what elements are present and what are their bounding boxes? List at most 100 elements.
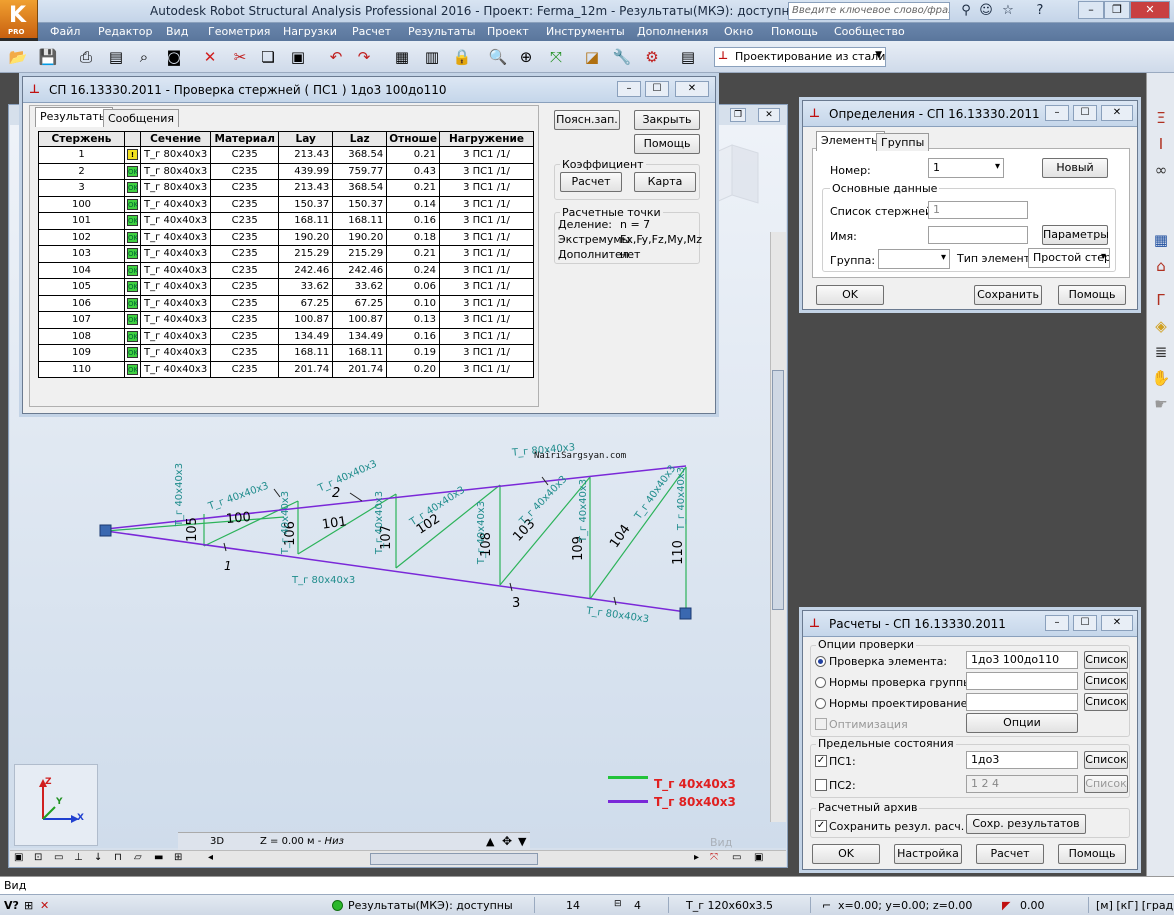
panels-icon[interactable]: ▬ — [154, 852, 163, 863]
definitions-close-button[interactable]: ✕ — [1101, 105, 1133, 121]
zoom-icon[interactable]: 🔍 — [488, 47, 508, 67]
definitions-ok-button[interactable]: OK — [816, 285, 884, 305]
col-header-laz[interactable]: Laz — [332, 131, 388, 147]
table-row[interactable]: 101 OK T_г 40x40x3 C235 168.11 168.11 0.16 3 ПС… — [38, 212, 534, 230]
calculations-titlebar[interactable]: ⊥ Расчеты - СП 16.13330.2011 – ☐ ✕ — [803, 611, 1137, 637]
menu-results[interactable]: Результаты — [408, 25, 476, 38]
section-icon[interactable]: ◪ — [582, 47, 602, 67]
menu-tools[interactable]: Инструменты — [546, 25, 625, 38]
group-check-radio[interactable] — [815, 677, 826, 688]
optimization-checkbox[interactable] — [815, 718, 827, 730]
structure-icon[interactable]: ⤧ — [546, 47, 566, 67]
map-button[interactable]: Карта — [634, 172, 696, 192]
menu-loads[interactable]: Нагрузки — [283, 25, 337, 38]
screenshot-icon[interactable]: ◙ — [164, 47, 184, 67]
settings-icon[interactable]: ⚙ — [642, 47, 662, 67]
close-button[interactable]: ✕ — [1130, 1, 1170, 19]
table-row[interactable]: 108 OK T_г 40x40x3 C235 134.49 134.49 0.16 3 ПС… — [38, 327, 534, 345]
calculator-icon[interactable]: ▦ — [392, 47, 412, 67]
snap-icon[interactable]: ✕ — [40, 899, 49, 912]
minimize-button[interactable]: – — [1078, 1, 1104, 19]
calculations-minimize-button[interactable]: – — [1045, 615, 1069, 631]
screen-icon[interactable]: ▣ — [754, 852, 763, 863]
glasses-icon[interactable]: ∞ — [1150, 159, 1172, 181]
profile-icon[interactable]: Г — [1150, 289, 1172, 311]
cut-icon[interactable]: ✂ — [230, 47, 250, 67]
menu-help[interactable]: Помощь — [771, 25, 818, 38]
scroll-right-icon[interactable]: ▸ — [694, 852, 699, 863]
save-icon[interactable]: 💾 — [38, 47, 58, 67]
menu-file[interactable]: Файл — [50, 25, 80, 38]
menu-geometry[interactable]: Геометрия — [208, 25, 270, 38]
horizontal-scroll-thumb[interactable] — [370, 853, 538, 865]
table-row[interactable]: 103 OK T_г 40x40x3 C235 215.29 215.29 0.21 3 ПС… — [38, 245, 534, 263]
col-header-ratio[interactable]: Отноше — [386, 131, 440, 147]
open-icon[interactable]: 📂 — [8, 47, 28, 67]
dialog-maximize-button[interactable]: ☐ — [645, 81, 669, 97]
table-row[interactable]: 106 OK T_г 40x40x3 C235 67.25 67.25 0.10 3 ПС1 … — [38, 294, 534, 312]
definitions-minimize-button[interactable]: – — [1045, 105, 1069, 121]
params-button[interactable]: Параметры — [1042, 225, 1109, 245]
selection-icon[interactable]: V? — [4, 899, 19, 912]
viewport-restore-button[interactable]: ❐ — [730, 108, 746, 122]
menu-view[interactable]: Вид — [166, 25, 188, 38]
calculations-calc-button[interactable]: Расчет — [976, 844, 1044, 864]
display-icon[interactable]: ▭ — [732, 852, 741, 863]
tab-groups[interactable]: Группы — [876, 133, 930, 151]
grid-icon[interactable]: ▣ — [14, 852, 23, 863]
group-check-list-button[interactable]: Список — [1084, 672, 1128, 690]
menu-addons[interactable]: Дополнения — [637, 25, 708, 38]
dialog-close-button[interactable]: ✕ — [675, 81, 709, 97]
member-list-button[interactable]: Список — [1084, 651, 1128, 669]
definitions-help-button[interactable]: Помощь — [1058, 285, 1126, 305]
tools-icon[interactable]: 🔧 — [612, 47, 632, 67]
note-button[interactable]: Поясн.зап. — [554, 110, 620, 130]
ps2-checkbox[interactable] — [815, 779, 827, 791]
search-input[interactable]: Введите ключевое слово/фразу — [788, 2, 950, 20]
calculations-setup-button[interactable]: Настройка — [894, 844, 962, 864]
table-row[interactable]: 3 OK T_г 80x40x3 C235 213.43 368.54 0.21 3 ПС1 … — [38, 179, 534, 197]
zoom-window-icon[interactable]: ⊕ — [516, 47, 536, 67]
units[interactable]: [м] [кГ] [град.] — [1096, 899, 1174, 912]
move-icon[interactable]: ✥ — [502, 834, 512, 848]
name-input[interactable] — [928, 226, 1028, 244]
ps1-list-button[interactable]: Список — [1084, 751, 1128, 769]
tab-elements[interactable]: Элементы — [816, 131, 885, 151]
print-icon[interactable]: ⎙ — [76, 47, 96, 67]
menu-window[interactable]: Окно — [724, 25, 753, 38]
ps2-list-button[interactable]: Список — [1084, 775, 1128, 793]
menu-edit[interactable]: Редактор — [98, 25, 153, 38]
number-combo[interactable]: 1 — [928, 158, 1004, 178]
level-down-icon[interactable]: ▼ — [518, 835, 526, 848]
restore-button[interactable]: ❐ — [1104, 1, 1130, 19]
viewport-horizontal-scrollbar[interactable]: ▣ ⊡ ▭ ⊥ ↓ ⊓ ▱ ▬ ⊞ ◂ ▸ ⤧ ▭ ▣ — [10, 850, 786, 867]
group-combo[interactable] — [878, 249, 950, 269]
member-check-titlebar[interactable]: ⊥ СП 16.13330.2011 - Проверка стержней (… — [23, 77, 715, 103]
report-icon[interactable]: ▥ — [422, 47, 442, 67]
people-icon[interactable]: ☺ — [976, 2, 996, 20]
hand-pointer-icon[interactable]: ☛ — [1150, 393, 1172, 415]
level-up-icon[interactable]: ▲ — [486, 835, 494, 848]
table-row[interactable]: 100 OK T_г 40x40x3 C235 150.37 150.37 0.14 3 ПС… — [38, 195, 534, 213]
binoculars-icon[interactable]: ⚲ — [956, 2, 976, 20]
labels-icon[interactable]: ⊞ — [174, 852, 182, 863]
menu-analysis[interactable]: Расчет — [352, 25, 391, 38]
save-results-button[interactable]: Сохр. результатов — [966, 814, 1086, 834]
support-right[interactable] — [679, 607, 692, 620]
undo-icon[interactable]: ↶ — [326, 47, 346, 67]
calculations-help-button[interactable]: Помощь — [1058, 844, 1126, 864]
member-section-icon[interactable]: I — [1150, 133, 1172, 155]
col-header-section[interactable]: Сечение — [139, 131, 212, 147]
tab-results[interactable]: Результаты — [35, 107, 113, 127]
frame-icon[interactable]: ⌂ — [1150, 255, 1172, 277]
group-design-radio[interactable] — [815, 698, 826, 709]
member-check-radio[interactable] — [815, 656, 826, 667]
calc-button[interactable]: Расчет — [560, 172, 622, 192]
print-preview-icon[interactable]: ▤ — [106, 47, 126, 67]
table-row[interactable]: 109 OK T_г 40x40x3 C235 168.11 168.11 0.19 3 ПС… — [38, 344, 534, 362]
table-row[interactable]: 102 OK T_г 40x40x3 C235 190.20 190.20 0.18 3 ПС… — [38, 228, 534, 246]
menu-design[interactable]: Проект — [487, 25, 529, 38]
save-results-checkbox[interactable]: ✓ — [815, 820, 827, 832]
definitions-titlebar[interactable]: ⊥ Определения - СП 16.13330.2011 – ☐ ✕ — [803, 101, 1137, 127]
definitions-save-button[interactable]: Сохранить — [974, 285, 1042, 305]
